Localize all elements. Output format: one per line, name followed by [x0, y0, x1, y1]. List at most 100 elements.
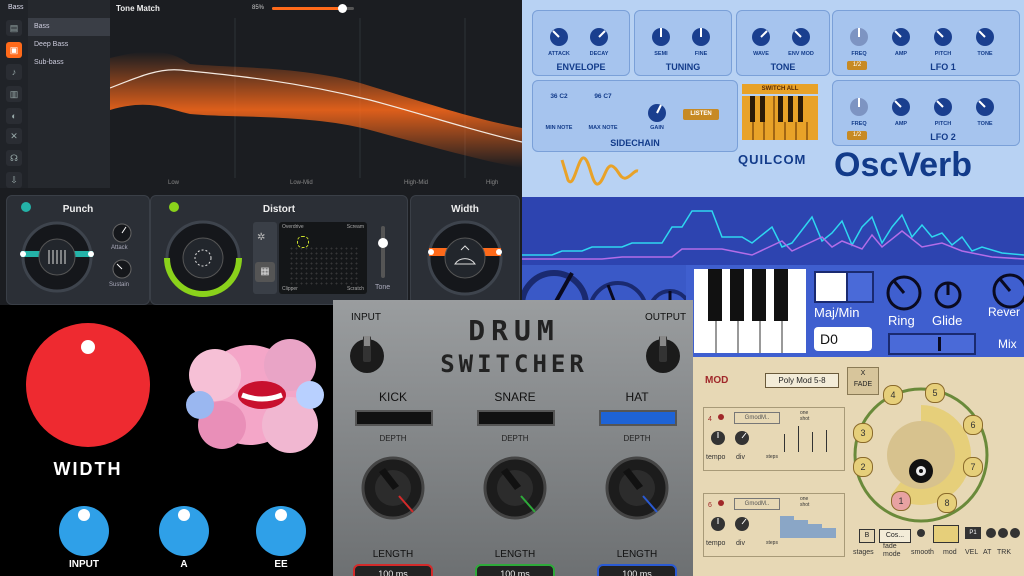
maj-min-toggle[interactable]: [814, 271, 848, 303]
step-button-1[interactable]: 1: [891, 491, 911, 511]
kick-length-field[interactable]: 100 ms: [353, 564, 433, 576]
switch-keyboard[interactable]: [742, 96, 818, 140]
width-knob[interactable]: [425, 218, 505, 298]
step-button-3[interactable]: 3: [853, 423, 873, 443]
tuning-knobs[interactable]: [643, 19, 723, 51]
semi-label: SEMI: [654, 51, 668, 57]
lfo2-rate-badge[interactable]: 1/2: [847, 131, 867, 140]
sustain-knob[interactable]: [111, 258, 133, 280]
step-button-6[interactable]: 6: [963, 415, 983, 435]
distort-mode-selector[interactable]: ✲ ▦: [253, 222, 277, 294]
smooth-box[interactable]: [933, 525, 959, 543]
step-button-7[interactable]: 7: [963, 457, 983, 477]
preset-item[interactable]: Deep Bass: [28, 36, 110, 54]
band-label-high: High: [486, 180, 498, 186]
kick-depth-knob[interactable]: [355, 448, 431, 532]
xy-pad[interactable]: Overdrive Scream Clipper Scratch: [279, 222, 367, 294]
curve-selector[interactable]: Cos...: [879, 529, 911, 543]
export-icon[interactable]: ⇩: [6, 172, 22, 188]
overdrive-label: Overdrive: [282, 224, 304, 230]
eq-icon[interactable]: ▤: [6, 20, 22, 36]
envelope-title: ENVELOPE: [556, 62, 606, 72]
punch-knob[interactable]: [17, 220, 97, 294]
step-button-8[interactable]: 8: [937, 493, 957, 513]
step-bar[interactable]: [826, 430, 827, 452]
spectrum-graph: Low Low-Mid High-Mid High: [110, 18, 522, 186]
attack-knob[interactable]: [111, 222, 133, 244]
step-bar[interactable]: [784, 434, 785, 452]
hat-depth-knob[interactable]: [599, 448, 675, 532]
step-bar[interactable]: [798, 426, 799, 452]
step-button-2[interactable]: 2: [853, 457, 873, 477]
row1-tempo-div-knobs[interactable]: [708, 428, 756, 448]
mini-keyboard[interactable]: [694, 269, 806, 353]
step-bar[interactable]: [812, 432, 813, 452]
output-toggle[interactable]: [643, 330, 683, 380]
step-bar[interactable]: [808, 524, 822, 538]
title-line-2: SWITCHER: [440, 350, 588, 378]
row1-step-bars[interactable]: [780, 426, 836, 452]
row2-tempo-div-knobs[interactable]: [708, 514, 756, 534]
envelope-knobs[interactable]: [541, 19, 621, 51]
b-button[interactable]: B: [859, 529, 875, 543]
tone-knobs[interactable]: [743, 19, 823, 51]
maj-min-toggle-off[interactable]: [846, 271, 874, 303]
band-label-highmid: High-Mid: [404, 180, 428, 186]
step-button-4[interactable]: 4: [883, 385, 903, 405]
tone-thumb[interactable]: [378, 238, 388, 248]
ring-glide-knobs[interactable]: [884, 269, 974, 317]
step-button-5[interactable]: 5: [925, 383, 945, 403]
row2-step-bars[interactable]: [780, 512, 836, 538]
vel-at-trk-knobs[interactable]: [985, 525, 1021, 541]
distort-knob[interactable]: [163, 218, 243, 298]
preset-item[interactable]: Bass: [28, 18, 110, 36]
sparkle-icon[interactable]: ✲: [257, 232, 265, 243]
drums-icon[interactable]: ✕: [6, 128, 22, 144]
a-knob[interactable]: [156, 503, 212, 559]
tone-slider[interactable]: [378, 226, 388, 278]
smooth-dot[interactable]: [917, 529, 925, 537]
row1-oneshot[interactable]: one shot: [800, 410, 809, 422]
row2-source[interactable]: GmodM..: [734, 498, 780, 510]
step-bar[interactable]: [822, 528, 836, 538]
snare-length-label: LENGTH: [494, 549, 536, 560]
clipper-label: Clipper: [282, 286, 298, 292]
switch-all-button[interactable]: SWITCH ALL: [742, 84, 818, 94]
amount-slider[interactable]: [272, 4, 354, 13]
note-display[interactable]: D0: [814, 327, 872, 351]
row2-oneshot[interactable]: one shot: [800, 496, 809, 508]
bass-icon[interactable]: ▣: [6, 42, 22, 58]
listen-button[interactable]: LISTEN: [683, 109, 719, 120]
snare-length-field[interactable]: 100 ms: [475, 564, 555, 576]
step-bar[interactable]: [780, 516, 794, 538]
gain-knob[interactable]: [641, 99, 673, 127]
piano-icon[interactable]: ▥: [6, 86, 22, 102]
min-note-value[interactable]: 36 C2: [539, 93, 579, 100]
spectrum-strip: [522, 197, 1024, 265]
hat-length-field[interactable]: 100 ms: [597, 564, 677, 576]
step-bar[interactable]: [794, 520, 808, 538]
brass-icon[interactable]: ◐: [6, 108, 22, 124]
kick-depth-label: DEPTH: [379, 434, 407, 443]
output-label: OUTPUT: [645, 312, 687, 323]
amount-label: 85%: [252, 5, 265, 11]
row1-source[interactable]: GmodM..: [734, 412, 780, 424]
lfo1-rate-badge[interactable]: 1/2: [847, 61, 867, 70]
ee-knob[interactable]: [253, 503, 309, 559]
guitar-icon[interactable]: ♪: [6, 64, 22, 80]
max-note-value[interactable]: 96 C7: [583, 93, 623, 100]
amount-thumb[interactable]: [337, 4, 347, 13]
lfo2-knobs[interactable]: [839, 89, 1015, 121]
lfo1-knobs[interactable]: [839, 19, 1015, 51]
preset-selector[interactable]: Poly Mod 5-8: [765, 373, 839, 388]
glide-bar[interactable]: [888, 333, 976, 355]
preset-list: Bass Deep Bass Sub-bass: [28, 0, 110, 188]
preset-item[interactable]: Sub-bass: [28, 54, 110, 72]
input-toggle[interactable]: [347, 330, 387, 380]
input-knob[interactable]: [56, 503, 112, 559]
row1-led: [718, 414, 724, 420]
snare-depth-knob[interactable]: [477, 448, 553, 532]
vocal-icon[interactable]: ☊: [6, 150, 22, 166]
p1-button[interactable]: P1: [965, 527, 981, 539]
grid-icon[interactable]: ▦: [255, 262, 275, 282]
